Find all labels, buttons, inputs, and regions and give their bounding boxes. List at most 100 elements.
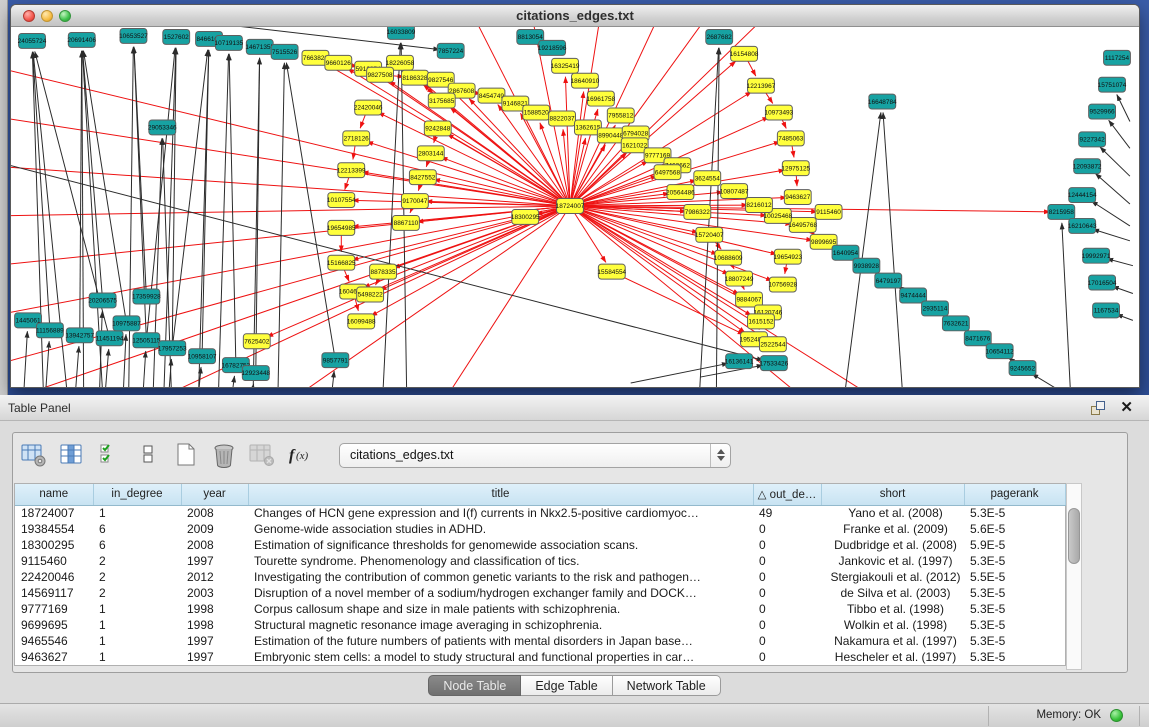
table-row[interactable]: 1830029562008Estimation of significance … bbox=[15, 537, 1065, 553]
window-titlebar[interactable]: citations_edges.txt bbox=[11, 5, 1139, 27]
table-cell[interactable]: 5.3E-5 bbox=[964, 649, 1065, 665]
table-cell[interactable]: 1997 bbox=[181, 649, 248, 665]
graph-node[interactable]: 9242848 bbox=[424, 121, 451, 136]
graph-node[interactable]: 10973493 bbox=[765, 105, 794, 120]
graph-node[interactable]: 18807249 bbox=[725, 271, 754, 286]
graph-node[interactable]: 16154808 bbox=[730, 46, 759, 61]
graph-node[interactable]: 17957253 bbox=[158, 341, 187, 356]
graph-node[interactable]: 12213967 bbox=[747, 78, 776, 93]
graph-node[interactable]: 8454749 bbox=[478, 88, 505, 103]
column-header[interactable]: in_degree bbox=[93, 484, 181, 505]
graph-node[interactable]: 16961758 bbox=[586, 91, 615, 106]
table-source-dropdown[interactable]: citations_edges.txt bbox=[339, 443, 731, 468]
table-row[interactable]: 911546021997Tourette syndrome. Phenomeno… bbox=[15, 553, 1065, 569]
graph-node[interactable]: 22420046 bbox=[354, 100, 383, 115]
graph-node[interactable]: 1588520 bbox=[523, 105, 550, 120]
graph-node[interactable]: 20206575 bbox=[88, 293, 117, 308]
graph-node[interactable]: 3175685 bbox=[428, 93, 455, 108]
graph-node[interactable]: 12975125 bbox=[781, 161, 810, 176]
table-cell[interactable]: 0 bbox=[753, 521, 821, 537]
table-cell[interactable]: 6 bbox=[93, 537, 181, 553]
graph-node[interactable]: 8216012 bbox=[746, 198, 773, 213]
table-cell[interactable]: 2 bbox=[93, 569, 181, 585]
graph-node[interactable]: 12444154 bbox=[1068, 188, 1097, 203]
column-header[interactable]: name bbox=[15, 484, 93, 505]
table-settings-icon[interactable] bbox=[21, 442, 47, 468]
table-cell[interactable]: 1997 bbox=[181, 633, 248, 649]
graph-node[interactable]: 6479197 bbox=[875, 273, 902, 288]
graph-node[interactable]: 8822037 bbox=[549, 111, 576, 126]
table-cell[interactable]: Yano et al. (2008) bbox=[821, 505, 964, 521]
table-cell[interactable]: 5.3E-5 bbox=[964, 633, 1065, 649]
graph-node[interactable]: 7515526 bbox=[271, 44, 298, 59]
graph-node[interactable]: 17016504 bbox=[1088, 275, 1117, 290]
table-cell[interactable]: Tourette syndrome. Phenomenology and cla… bbox=[248, 553, 753, 569]
table-cell[interactable]: Disruption of a novel member of a sodium… bbox=[248, 585, 753, 601]
table-cell[interactable]: 2 bbox=[93, 553, 181, 569]
graph-node[interactable]: 2522544 bbox=[759, 337, 786, 352]
vertical-scrollbar[interactable] bbox=[1066, 483, 1082, 670]
table-cell[interactable]: 1 bbox=[93, 617, 181, 633]
graph-node[interactable]: 8867110 bbox=[393, 215, 420, 230]
table-cell[interactable]: 9115460 bbox=[15, 553, 93, 569]
table-cell[interactable]: de Silva et al. (2003) bbox=[821, 585, 964, 601]
graph-node[interactable]: 18640910 bbox=[571, 73, 600, 88]
table-cell[interactable]: 5.3E-5 bbox=[964, 617, 1065, 633]
table-cell[interactable]: Structural magnetic resonance image aver… bbox=[248, 617, 753, 633]
table-row[interactable]: 969969511998Structural magnetic resonanc… bbox=[15, 617, 1065, 633]
table-cell[interactable]: 2009 bbox=[181, 521, 248, 537]
graph-node[interactable]: 9938928 bbox=[853, 258, 880, 273]
table-cell[interactable]: Hescheler et al. (1997) bbox=[821, 649, 964, 665]
graph-node[interactable]: 9170047 bbox=[401, 194, 428, 209]
graph-node[interactable]: 10654112 bbox=[986, 344, 1015, 359]
graph-node[interactable]: 1527602 bbox=[163, 29, 190, 44]
graph-node[interactable]: 10807487 bbox=[720, 184, 749, 199]
graph-node[interactable]: 20691406 bbox=[67, 32, 96, 47]
table-cell[interactable]: Jankovic et al. (1997) bbox=[821, 553, 964, 569]
graph-node[interactable]: 9115460 bbox=[815, 205, 842, 220]
table-cell[interactable]: 5.9E-5 bbox=[964, 537, 1065, 553]
table-cell[interactable]: 2012 bbox=[181, 569, 248, 585]
table-row[interactable]: 2242004622012Investigating the contribut… bbox=[15, 569, 1065, 585]
close-panel-icon[interactable]: ✕ bbox=[1120, 398, 1133, 416]
graph-node[interactable]: 8186328 bbox=[401, 70, 428, 85]
table-cell[interactable]: 5.6E-5 bbox=[964, 521, 1065, 537]
graph-node[interactable]: 16210643 bbox=[1068, 218, 1097, 233]
function-builder-icon[interactable]: f(x) bbox=[287, 442, 313, 468]
column-header[interactable]: year bbox=[181, 484, 248, 505]
new-table-icon[interactable] bbox=[173, 442, 199, 468]
table-cell[interactable]: Embryonic stem cells: a model to study s… bbox=[248, 649, 753, 665]
graph-node[interactable]: 24055724 bbox=[18, 33, 47, 48]
table-row[interactable]: 946554611997Estimation of the future num… bbox=[15, 633, 1065, 649]
graph-node[interactable]: 7632621 bbox=[942, 316, 969, 331]
graph-node[interactable]: 10653527 bbox=[119, 28, 148, 43]
table-cell[interactable]: 2008 bbox=[181, 537, 248, 553]
graph-node[interactable]: 18724007 bbox=[556, 199, 585, 214]
graph-node[interactable]: 9227342 bbox=[1079, 132, 1106, 147]
graph-node[interactable]: 16136141 bbox=[725, 354, 754, 369]
table-cell[interactable]: 2008 bbox=[181, 505, 248, 521]
graph-node[interactable]: 5498222 bbox=[357, 287, 384, 302]
graph-node[interactable]: 9827508 bbox=[367, 67, 394, 82]
table-cell[interactable]: 6 bbox=[93, 521, 181, 537]
graph-node[interactable]: 9474444 bbox=[900, 288, 927, 303]
graph-node[interactable]: 1615152 bbox=[748, 314, 775, 329]
dropdown-stepper-icon[interactable] bbox=[710, 444, 730, 467]
table-row[interactable]: 1456911722003Disruption of a novel membe… bbox=[15, 585, 1065, 601]
graph-node[interactable]: 7986322 bbox=[684, 205, 711, 220]
graph-node[interactable]: 2687682 bbox=[706, 29, 733, 44]
graph-node[interactable]: 9463627 bbox=[784, 190, 811, 205]
column-header[interactable]: short bbox=[821, 484, 964, 505]
graph-node[interactable]: 17359928 bbox=[132, 289, 161, 304]
graph-node[interactable]: 12505115 bbox=[132, 333, 161, 348]
graph-node[interactable]: 9529966 bbox=[1089, 104, 1116, 119]
table-cell[interactable]: Genome-wide association studies in ADHD. bbox=[248, 521, 753, 537]
table-cell[interactable]: 2003 bbox=[181, 585, 248, 601]
graph-node[interactable]: 16495768 bbox=[788, 217, 817, 232]
table-cell[interactable]: 0 bbox=[753, 585, 821, 601]
tab-node-table[interactable]: Node Table bbox=[428, 675, 521, 696]
graph-node[interactable]: 1167534 bbox=[1093, 303, 1120, 318]
graph-node[interactable]: 7857224 bbox=[437, 43, 464, 58]
graph-node[interactable]: 20564486 bbox=[666, 185, 695, 200]
tab-edge-table[interactable]: Edge Table bbox=[521, 675, 612, 696]
